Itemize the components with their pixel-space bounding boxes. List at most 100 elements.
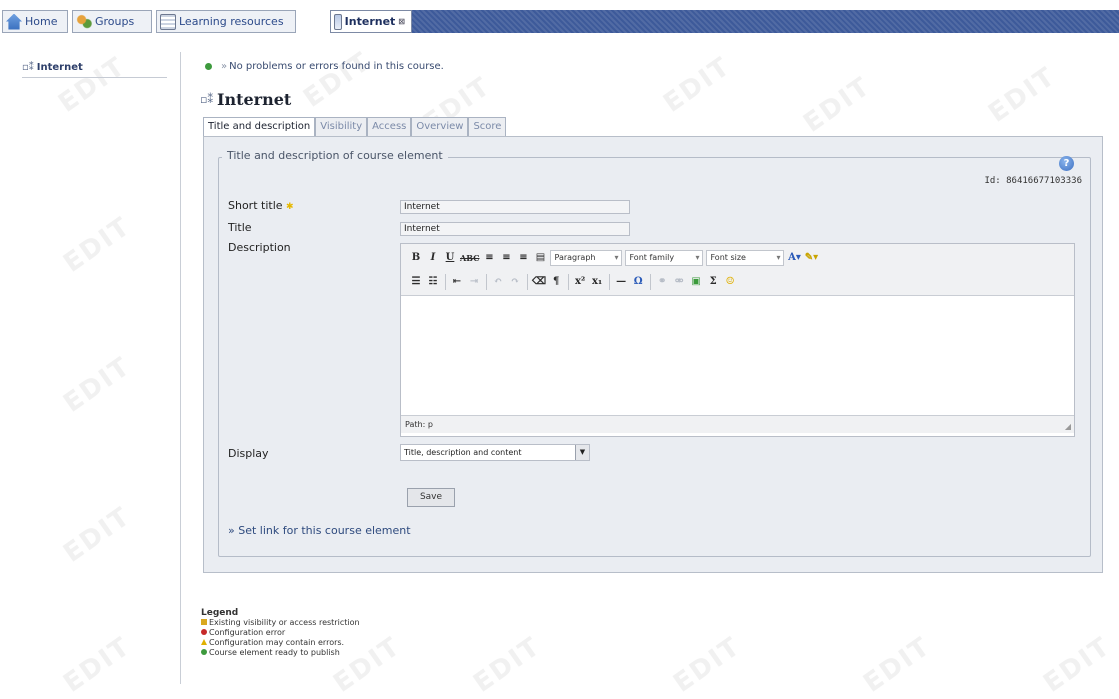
- tab-internet[interactable]: Internet ⊠: [330, 10, 412, 33]
- tab-score[interactable]: Score: [468, 117, 507, 137]
- watermark-text: EDIT: [658, 51, 737, 119]
- course-node-icon: ▫⁑: [22, 62, 34, 73]
- undo-icon[interactable]: ↶: [491, 274, 505, 290]
- select-value: Title, description and content: [404, 448, 522, 457]
- align-right-button[interactable]: ≡: [516, 250, 530, 266]
- resize-handle-icon[interactable]: ◢: [1065, 422, 1071, 431]
- display-label: Display: [228, 447, 269, 460]
- bold-button[interactable]: B: [409, 250, 423, 266]
- subscript-icon[interactable]: x₁: [590, 274, 604, 290]
- nav-stripe: [410, 10, 1119, 33]
- pilcrow-icon[interactable]: ¶: [549, 274, 563, 290]
- arrow-icon: »: [228, 524, 235, 537]
- numbered-list-icon[interactable]: ☷: [426, 274, 440, 290]
- watermark-text: EDIT: [58, 631, 137, 699]
- image-icon[interactable]: ▣: [689, 274, 703, 290]
- watermark-text: EDIT: [298, 46, 377, 114]
- watermark-text: EDIT: [468, 631, 547, 699]
- formula-icon[interactable]: Σ: [706, 274, 720, 290]
- set-link-button[interactable]: » Set link for this course element: [228, 524, 411, 537]
- editor-content-area[interactable]: [401, 296, 1074, 415]
- tab-label: Groups: [95, 15, 135, 28]
- smiley-icon[interactable]: ☺: [723, 274, 737, 290]
- legend-text: Course element ready to publish: [209, 648, 340, 657]
- description-label: Description: [228, 241, 291, 254]
- indent-icon[interactable]: ⇥: [467, 274, 481, 290]
- chevron-down-icon: ▾: [776, 253, 781, 262]
- watermark-text: EDIT: [58, 351, 137, 419]
- text-color-icon[interactable]: A▾: [787, 250, 801, 266]
- watermark-text: EDIT: [668, 631, 747, 699]
- horizontal-rule-icon[interactable]: —: [614, 274, 628, 290]
- tab-learning-resources[interactable]: Learning resources: [156, 10, 296, 33]
- editor-toolbar: B I U ABC ≡ ≡ ≡ ▤ Paragraph ▾ Font family…: [401, 244, 1074, 296]
- legend-text: Configuration error: [209, 628, 286, 637]
- title-input[interactable]: Internet: [400, 222, 630, 236]
- display-select[interactable]: Title, description and content ▼: [400, 444, 590, 461]
- font-family-select[interactable]: Font family ▾: [625, 250, 704, 266]
- legend-item: Configuration error: [201, 628, 360, 638]
- close-tab-icon[interactable]: ⊠: [398, 17, 405, 26]
- align-justify-button[interactable]: ▤: [533, 250, 547, 266]
- format-select[interactable]: Paragraph ▾: [550, 250, 623, 266]
- tab-title-description[interactable]: Title and description: [203, 117, 316, 138]
- legend-heading: Legend: [201, 608, 239, 618]
- align-center-button[interactable]: ≡: [499, 250, 513, 266]
- short-title-label: Short title ✱: [228, 199, 294, 212]
- cleanup-icon[interactable]: ⌫: [532, 274, 546, 290]
- save-button[interactable]: Save: [407, 488, 455, 507]
- warning-icon: [201, 639, 207, 645]
- tab-overview[interactable]: Overview: [411, 117, 469, 137]
- title-label: Title: [228, 221, 252, 234]
- tab-visibility[interactable]: Visibility: [315, 117, 368, 137]
- restriction-icon: [201, 619, 207, 625]
- watermark-text: EDIT: [858, 631, 937, 699]
- toolbar-separator: [445, 274, 446, 290]
- tab-home[interactable]: Home: [2, 10, 68, 33]
- toolbar-separator: [609, 274, 611, 290]
- redo-icon[interactable]: ↷: [508, 274, 522, 290]
- legend: Legend Existing visibility or access res…: [201, 608, 360, 658]
- special-char-icon[interactable]: Ω: [631, 274, 645, 290]
- tab-groups[interactable]: Groups: [72, 10, 152, 33]
- toolbar-row-1: B I U ABC ≡ ≡ ≡ ▤ Paragraph ▾ Font family…: [409, 248, 821, 268]
- internet-icon: [334, 13, 342, 30]
- page-title: ▫⁑ Internet: [200, 90, 291, 109]
- italic-button[interactable]: I: [426, 250, 440, 266]
- bullet-list-icon[interactable]: ☰: [409, 274, 423, 290]
- groups-icon: [76, 13, 92, 30]
- legend-text: Configuration may contain errors.: [209, 638, 345, 647]
- arrow-icon: »: [221, 61, 228, 72]
- editor-path: Path: p: [405, 420, 433, 429]
- legend-item: Configuration may contain errors.: [201, 638, 360, 648]
- underline-button[interactable]: U: [443, 250, 457, 266]
- editor-statusbar: Path: p ◢: [401, 415, 1074, 433]
- divider: [180, 52, 181, 684]
- font-size-select[interactable]: Font size ▾: [706, 250, 785, 266]
- legend-item: Course element ready to publish: [201, 648, 360, 658]
- unlink-icon[interactable]: ⚮: [672, 274, 686, 290]
- sidebar-item-internet[interactable]: ▫⁑ Internet: [22, 62, 167, 78]
- watermark-text: EDIT: [58, 501, 137, 569]
- help-icon[interactable]: ?: [1059, 156, 1074, 171]
- strikethrough-button[interactable]: ABC: [460, 250, 479, 266]
- select-value: Font family: [629, 253, 675, 262]
- legend-text: Existing visibility or access restrictio…: [209, 618, 360, 627]
- highlight-color-icon[interactable]: ✎▾: [804, 250, 818, 266]
- ok-status-icon: [201, 649, 207, 655]
- outdent-icon[interactable]: ⇤: [450, 274, 464, 290]
- tab-label: Learning resources: [179, 15, 284, 28]
- toolbar-row-2: ☰ ☷ ⇤ ⇥ ↶ ↷ ⌫ ¶ x² x₁ — Ω ⚭ ⚮ ▣ Σ ☺: [409, 272, 740, 292]
- sidebar-item-label: Internet: [36, 62, 83, 73]
- tab-access[interactable]: Access: [367, 117, 412, 137]
- label-text: Short title: [228, 199, 283, 212]
- short-title-input[interactable]: Internet: [400, 200, 630, 214]
- course-node-icon: ▫⁑: [200, 93, 213, 106]
- tab-panel: Title and description of course element …: [203, 136, 1103, 573]
- tab-label: Internet: [344, 15, 396, 28]
- page-title-text: Internet: [216, 90, 292, 109]
- superscript-icon[interactable]: x²: [573, 274, 587, 290]
- status-message: » No problems or errors found in this co…: [205, 61, 444, 72]
- align-left-button[interactable]: ≡: [482, 250, 496, 266]
- link-icon[interactable]: ⚭: [655, 274, 669, 290]
